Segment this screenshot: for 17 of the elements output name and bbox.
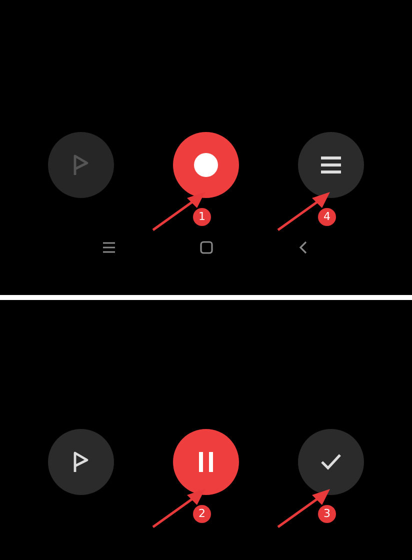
arrow (151, 487, 207, 529)
callout-number: 4 (318, 208, 336, 226)
flag-icon (73, 451, 89, 473)
callout-number: 3 (318, 505, 336, 523)
arrow (276, 190, 332, 232)
callout-number: 1 (193, 208, 211, 226)
callout-number: 2 (193, 505, 211, 523)
arrow (276, 487, 332, 529)
menu-icon[interactable] (103, 242, 115, 252)
flag-icon (73, 154, 89, 176)
dot-icon (194, 153, 218, 177)
check-icon (320, 453, 342, 471)
home-icon[interactable] (200, 240, 212, 254)
menu-icon (320, 156, 342, 174)
arrow (151, 190, 207, 232)
back-icon[interactable] (299, 240, 307, 254)
pause-icon (198, 452, 214, 472)
